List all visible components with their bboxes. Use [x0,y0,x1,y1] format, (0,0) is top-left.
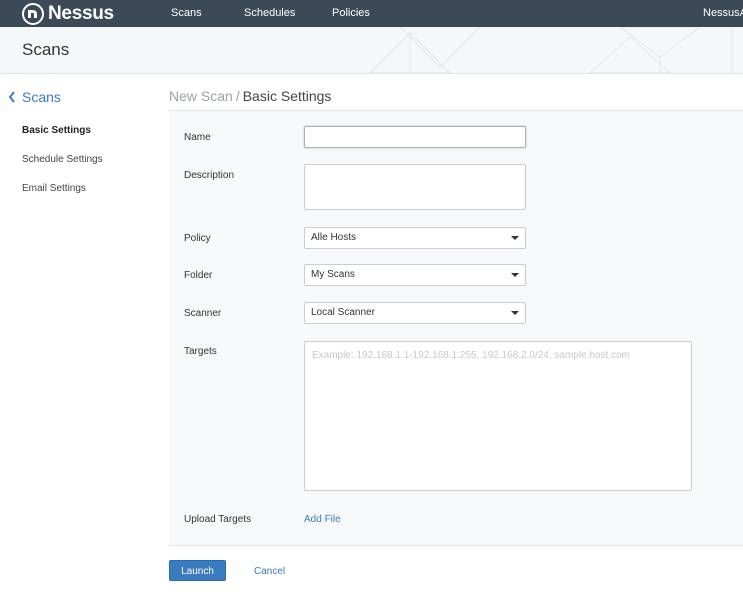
add-file-link[interactable]: Add File [304,514,341,525]
targets-input[interactable] [304,341,692,491]
nav-scans[interactable]: Scans [171,0,202,27]
nessus-logo[interactable]: Nessus [22,2,114,25]
name-input[interactable] [304,126,526,148]
nav-schedules[interactable]: Schedules [244,0,295,27]
breadcrumb: New Scan / Basic Settings [169,88,331,104]
folder-label: Folder [184,270,213,281]
top-navigation-bar: Nessus Scans Schedules Policies NessusAd… [0,0,743,27]
brand-name: Nessus [48,3,114,24]
launch-button[interactable]: Launch [169,560,226,581]
policy-label: Policy [184,233,211,244]
breadcrumb-separator: / [235,88,240,104]
policy-select-value: Alle Hosts [311,232,357,243]
back-label: Scans [22,89,61,105]
scanner-label: Scanner [184,308,222,319]
caret-down-icon [511,236,519,240]
sidebar-item-schedule-settings[interactable]: Schedule Settings [22,154,103,165]
upload-targets-label: Upload Targets [184,514,252,525]
chevron-left-icon [8,91,15,103]
name-label: Name [184,132,211,143]
folder-select-value: My Scans [311,269,355,280]
sidebar-item-email-settings[interactable]: Email Settings [22,183,86,194]
header-decoration [369,27,733,73]
back-to-scans-link[interactable]: Scans [8,89,61,105]
description-label: Description [184,170,235,181]
nav-policies[interactable]: Policies [332,0,370,27]
user-menu[interactable]: NessusAdmin [703,0,743,27]
caret-down-icon [511,311,519,315]
nessus-logo-icon [22,2,44,25]
scanner-select-value: Local Scanner [311,307,375,318]
sidebar-item-basic-settings[interactable]: Basic Settings [22,125,91,136]
breadcrumb-current: Basic Settings [242,88,332,104]
page-title: Scans [22,40,70,59]
page-header: Scans [0,27,743,74]
scanner-select[interactable]: Local Scanner [304,302,526,324]
caret-down-icon [511,273,519,277]
description-input[interactable] [304,164,526,210]
folder-select[interactable]: My Scans [304,264,526,286]
cancel-link[interactable]: Cancel [254,566,285,577]
breadcrumb-new-scan[interactable]: New Scan [169,88,233,104]
targets-label: Targets [184,346,217,357]
policy-select[interactable]: Alle Hosts [304,227,526,249]
